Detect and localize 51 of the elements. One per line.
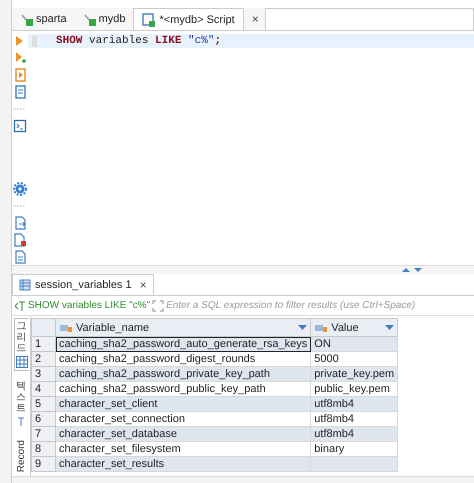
table-cell: character_set_results [56, 456, 311, 472]
column-header[interactable]: Variable_name [76, 322, 150, 334]
text-type-icon[interactable] [314, 322, 328, 332]
row-number[interactable]: 3 [32, 366, 56, 382]
run-new-tab-icon[interactable] [13, 51, 27, 65]
editor-tab[interactable]: *<mydb> Script [133, 8, 244, 30]
text-icon[interactable] [14, 300, 26, 312]
table-cell: caching_sha2_password_private_key_path [56, 366, 311, 382]
table-cell: character_set_client [56, 396, 311, 412]
row-number[interactable]: 2 [32, 352, 56, 366]
row-number[interactable]: 4 [32, 382, 56, 396]
document-warning-icon[interactable] [13, 233, 27, 247]
row-number[interactable]: 1 [32, 336, 56, 352]
editor-tab[interactable]: sparta [12, 8, 75, 30]
script-run-icon[interactable] [13, 68, 27, 82]
grid-icon[interactable] [19, 279, 31, 291]
script-icon[interactable] [142, 12, 156, 26]
grid-icon[interactable] [16, 356, 28, 368]
table-cell: private_key.pem [310, 366, 398, 382]
row-number[interactable]: 7 [32, 426, 56, 442]
close-icon[interactable]: × [248, 12, 263, 26]
dropdown-icon[interactable] [298, 324, 308, 330]
table-cell: utf8mb4 [310, 396, 398, 412]
settings-icon[interactable] [13, 182, 27, 196]
view-tab[interactable]: 그리드 [14, 318, 28, 371]
editor-tab[interactable]: mydb [74, 8, 134, 30]
column-type-icon[interactable] [59, 322, 73, 332]
view-tab[interactable]: 텍스트 [15, 379, 27, 428]
table-cell: ON [310, 336, 398, 352]
script-icon[interactable] [13, 85, 27, 99]
terminal-icon[interactable] [13, 119, 27, 133]
close-icon[interactable]: × [140, 278, 147, 292]
expand-icon[interactable] [152, 300, 164, 312]
query-text: SHOW variables LIKE "c%" [28, 300, 150, 311]
row-number[interactable]: 5 [32, 396, 56, 412]
table-cell: utf8mb4 [310, 426, 398, 442]
export-icon[interactable] [13, 216, 27, 230]
text-file-icon[interactable] [13, 250, 27, 264]
table-cell: caching_sha2_password_auto_generate_rsa_keys [56, 336, 311, 352]
database-connection-icon[interactable] [20, 12, 33, 26]
row-number[interactable]: 8 [32, 442, 56, 456]
filter-field[interactable]: Enter a SQL expression to filter results (use Ctrl+Space) [166, 300, 474, 311]
database-connection-icon[interactable] [82, 12, 96, 26]
row-number[interactable]: 6 [32, 412, 56, 426]
dropdown-icon[interactable] [385, 324, 394, 330]
row-number[interactable]: 9 [32, 456, 56, 472]
text-icon[interactable] [16, 416, 26, 426]
table-cell: character_set_database [56, 426, 311, 442]
code-line: SHOW variables LIKE "c%"; [56, 35, 222, 47]
results-tab[interactable]: session_variables 1 × [12, 274, 154, 295]
view-tab[interactable]: Record [14, 438, 28, 474]
